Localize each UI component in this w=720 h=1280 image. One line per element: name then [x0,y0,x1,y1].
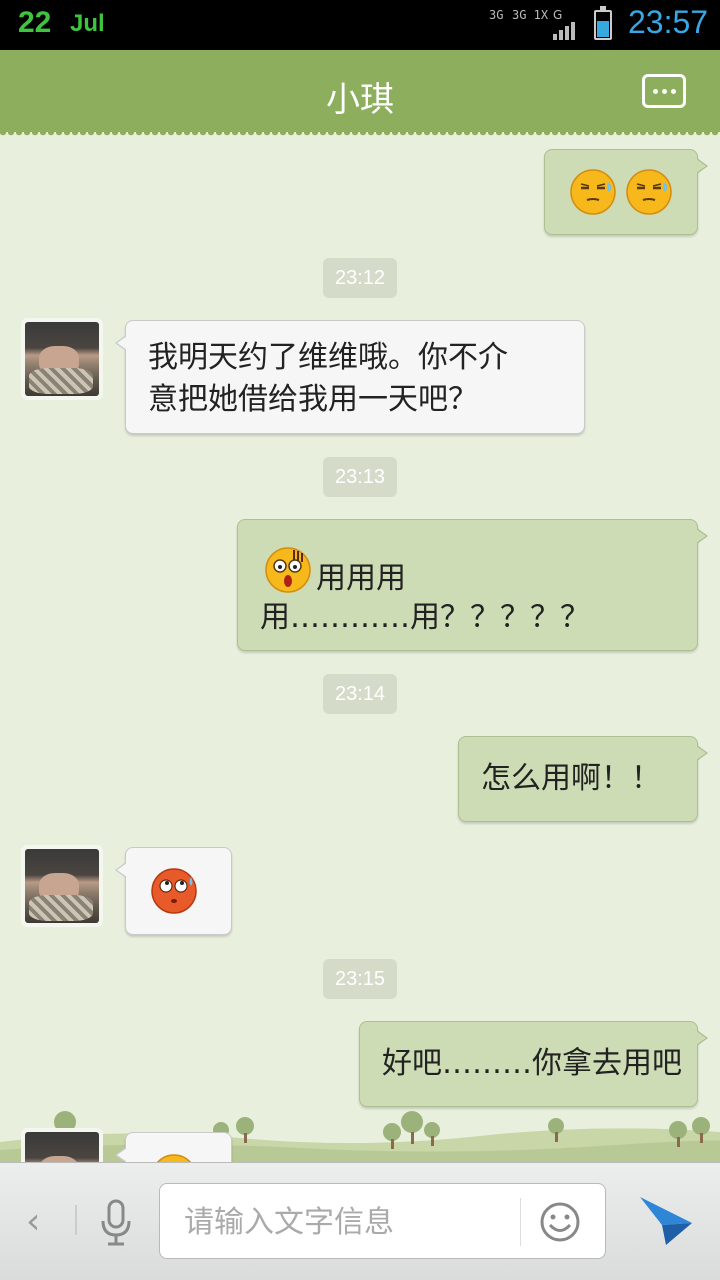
landscape-decoration [0,1111,720,1162]
contact-avatar[interactable] [21,1128,103,1162]
received-message[interactable]: 我明天约了维维哦。你不介 意把她借给我用一天吧？ [115,320,585,434]
status-bar: 22 Jul 3G 3G 1X G 23:57 [0,0,720,50]
sweat-smile-emoji-icon [570,169,616,215]
message-input-field[interactable] [159,1183,606,1259]
contact-name: 小琪 [326,80,394,120]
microphone-icon[interactable] [98,1199,134,1247]
timestamp: 23:13 [323,457,397,497]
message-text-input[interactable] [182,1200,506,1244]
message-input-bar: ‹ [0,1162,720,1280]
battery-icon [594,6,612,40]
more-options-button[interactable] [642,74,686,108]
contact-avatar[interactable] [21,318,103,400]
chat-header: 小琪 [0,50,720,138]
message-text: 怎么用啊！！ [481,761,661,796]
status-month: Jul [70,10,105,37]
message-text: 我明天约了维维哦。你不介 意把她借给我用一天吧？ [148,340,508,417]
network-g-indicator: G [553,8,563,22]
smile-emoji-icon [156,1154,192,1162]
contact-avatar[interactable] [21,845,103,927]
received-message-emoji[interactable] [115,847,232,935]
message-text-line-1: 用用用 [316,561,406,596]
timestamp: 23:12 [323,258,397,298]
sent-message[interactable]: 怎么用啊！！ [458,736,708,822]
rolling-eyes-emoji-icon [151,868,197,914]
sent-message-emoji[interactable] [544,149,708,235]
sweat-smile-emoji-icon [626,169,672,215]
back-button[interactable]: ‹ [26,1201,40,1242]
status-time: 23:57 [628,4,709,40]
divider [75,1205,77,1235]
message-text: 好吧………你拿去用吧 [382,1046,682,1081]
shocked-emoji-icon [265,547,311,593]
sent-message[interactable]: 用用用 用…………用？？？？？ [237,519,708,651]
sent-message[interactable]: 好吧………你拿去用吧 [359,1021,708,1107]
chat-message-list[interactable]: 23:12 我明天约了维维哦。你不介 意把她借给我用一天吧？ 23:13 用用用… [0,132,720,1162]
status-date: 22 [18,6,52,39]
timestamp: 23:15 [323,959,397,999]
received-message-emoji[interactable] [115,1132,232,1162]
message-text-line-2: 用…………用？？？？？ [260,600,590,635]
emoji-picker-icon[interactable] [538,1200,582,1244]
timestamp: 23:14 [323,674,397,714]
signal-icon [553,22,583,40]
network-3g-indicator: 3G [489,8,504,22]
network-3g1x-indicator: 3G 1X [512,8,549,22]
send-icon[interactable] [638,1193,694,1249]
